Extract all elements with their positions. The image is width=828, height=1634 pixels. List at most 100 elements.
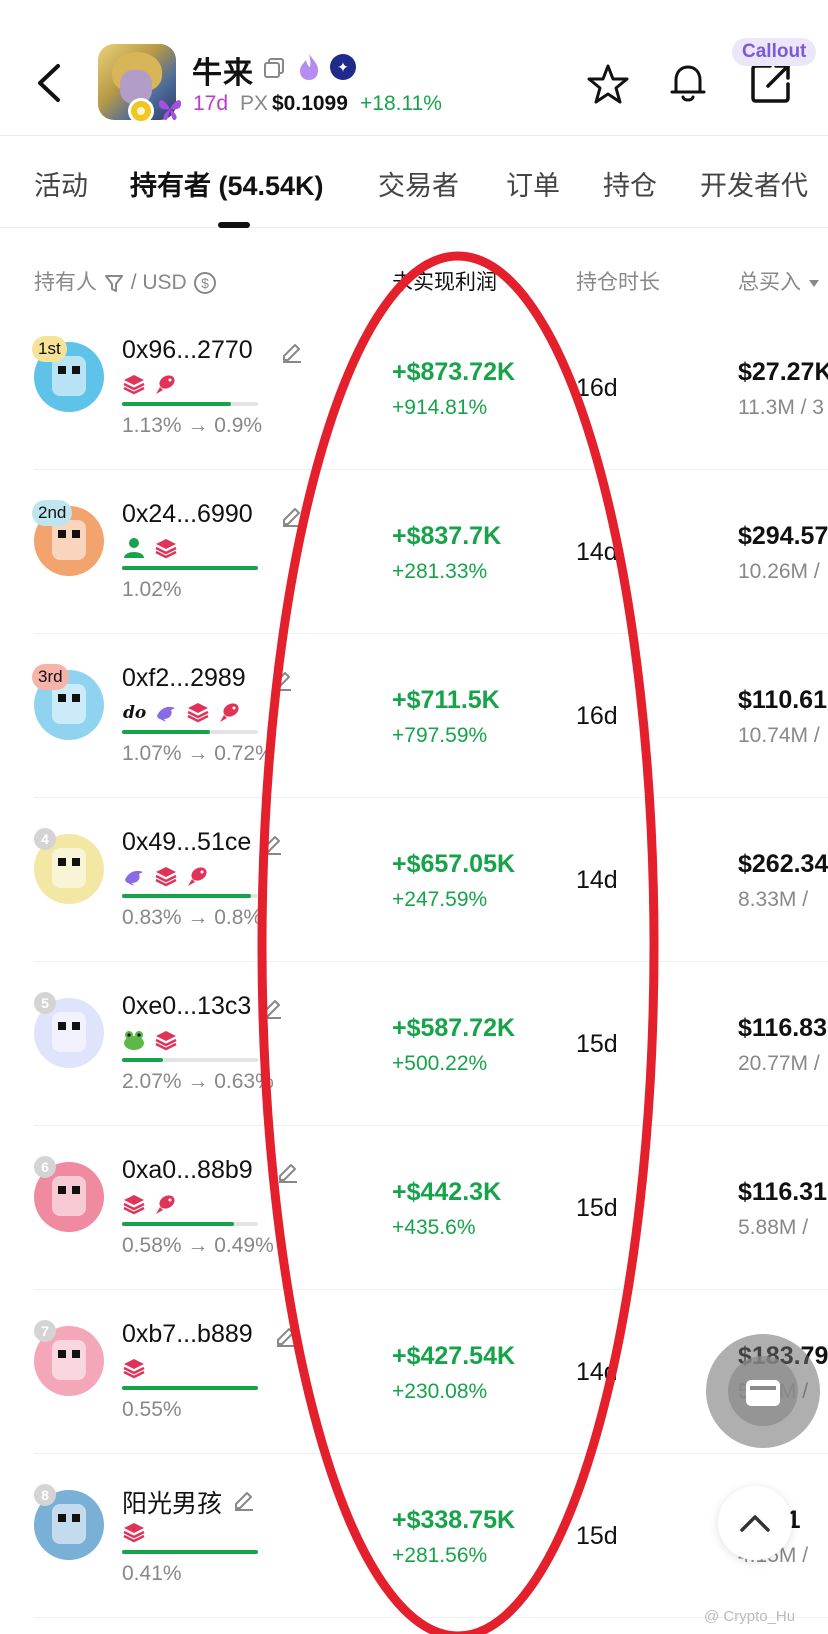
token-header: 牛来 ✦ 17d PX $0.1099 +18.11% Callout (0, 0, 828, 136)
unrealized-pnl-percent: +914.81% (392, 396, 488, 419)
rank-badge: 3rd (32, 664, 69, 690)
pnl-header-label: 未实现利润 (392, 271, 497, 294)
unrealized-pnl: +$338.75K (392, 1506, 516, 1534)
holder-address[interactable]: 0xb7...b889 (122, 1320, 253, 1349)
holding-share-bar (122, 1222, 258, 1226)
edit-icon[interactable] (260, 832, 284, 856)
hold-duration: 15d (576, 1030, 618, 1058)
total-buy: $294.57 (738, 522, 828, 550)
total-buy-amount: 5.88M / (738, 1216, 809, 1239)
fish-icon (154, 372, 178, 396)
edit-icon[interactable] (276, 1160, 300, 1184)
holder-row[interactable]: 2nd 0x24...6990 1.02% +$837.7K +281.33% … (0, 470, 828, 634)
wallet-float-button[interactable] (706, 1334, 820, 1448)
edit-icon[interactable] (280, 504, 304, 528)
tab-dev[interactable]: 开发者代 (700, 164, 808, 203)
holder-tags (122, 1028, 186, 1054)
tab-positions[interactable]: 持仓 (603, 164, 657, 203)
holder-column-header[interactable]: 持有人 / USD $ (34, 266, 217, 296)
holder-tags (122, 1520, 154, 1546)
edit-icon[interactable] (232, 1488, 256, 1512)
butterfly-icon (158, 100, 182, 121)
total-buy-amount: 10.26M / (738, 560, 820, 583)
layers-icon (154, 864, 178, 888)
layers-icon (122, 1356, 146, 1380)
hold-duration: 14d (576, 538, 618, 566)
layers-icon (186, 700, 210, 724)
holder-address[interactable]: 0xa0...88b9 (122, 1156, 253, 1185)
holder-address[interactable]: 0x96...2770 (122, 336, 253, 365)
token-name: 牛来 (192, 57, 254, 90)
bell-icon[interactable] (666, 60, 710, 106)
hold-duration: 15d (576, 1194, 618, 1222)
holder-address[interactable]: 0x49...51ce (122, 828, 251, 857)
tab-orders[interactable]: 订单 (506, 164, 560, 203)
px-label: PX (240, 92, 269, 115)
share-icon[interactable] (748, 60, 794, 106)
hold-duration: 15d (576, 1522, 618, 1550)
holder-row[interactable]: 3rd 0xf2...2989 do 1.07% → 0.72% +$711.5… (0, 634, 828, 798)
edit-icon[interactable] (280, 340, 304, 364)
verified-icon: ✦ (330, 54, 356, 80)
dollar-toggle-icon[interactable]: $ (193, 271, 217, 295)
holder-address[interactable]: 0xe0...13c3 (122, 992, 251, 1021)
holder-address[interactable]: 0xf2...2989 (122, 664, 246, 693)
sort-down-icon (504, 280, 515, 288)
back-button[interactable] (30, 58, 70, 108)
holder-row[interactable]: 4 0x49...51ce 0.83% → 0.8% +$657.05K +24… (0, 798, 828, 962)
total-buy-amount: 11.3M / 3 (738, 396, 824, 419)
unrealized-pnl: +$442.3K (392, 1178, 502, 1206)
total-buy: $262.34 (738, 850, 828, 878)
hold-time-column-header[interactable]: 持仓时长 (576, 266, 660, 296)
callout-badge[interactable]: Callout (732, 38, 817, 66)
favorite-star-icon[interactable] (586, 62, 630, 106)
total-buy-amount: 20.77M / (738, 1052, 820, 1075)
filter-icon[interactable] (103, 272, 125, 294)
tab-holders[interactable]: 持有者 (54.54K) (130, 164, 324, 203)
holding-share-bar (122, 1550, 258, 1554)
chevron-up-icon (740, 1515, 770, 1532)
holder-tags: do (122, 700, 250, 726)
edit-icon[interactable] (260, 996, 284, 1020)
holder-row[interactable]: 7 0xb7...b889 0.55% +$427.54K +230.08% 1… (0, 1290, 828, 1454)
unrealized-pnl-percent: +247.59% (392, 888, 488, 911)
holding-share: 1.13% → 0.9% (122, 414, 263, 437)
edit-icon[interactable] (274, 1324, 298, 1348)
rank-number: 8 (34, 1484, 56, 1506)
holder-row[interactable]: 1st 0x96...2770 1.13% → 0.9% +$873.72K +… (0, 306, 828, 470)
fish-icon (218, 700, 242, 724)
edit-icon[interactable] (270, 668, 294, 692)
unrealized-pnl: +$587.72K (392, 1014, 516, 1042)
unrealized-pnl-percent: +281.33% (392, 560, 488, 583)
price-change: +18.11% (360, 92, 442, 115)
holding-share: 2.07% → 0.63% (122, 1070, 274, 1093)
unrealized-pnl-percent: +500.22% (392, 1052, 488, 1075)
holder-address[interactable]: 阳光男孩 (122, 1484, 222, 1520)
holder-address[interactable]: 0x24...6990 (122, 500, 253, 529)
total-buy-column-header[interactable]: 总买入 (738, 266, 821, 296)
hold-duration: 16d (576, 374, 618, 402)
layers-icon (154, 536, 178, 560)
unrealized-pnl: +$657.05K (392, 850, 516, 878)
total-buy-amount: 8.33M / (738, 888, 809, 911)
layers-icon (122, 372, 146, 396)
copy-icon[interactable] (262, 56, 286, 80)
holder-row[interactable]: 6 0xa0...88b9 0.58% → 0.49% +$442.3K +43… (0, 1126, 828, 1290)
rank-number: 5 (34, 992, 56, 1014)
holder-row[interactable]: 8 阳光男孩 0.41% +$338.75K +281.56% 15d $2.0… (0, 1454, 828, 1618)
holding-share-bar (122, 402, 258, 406)
tab-activity[interactable]: 活动 (34, 164, 88, 203)
tab-traders[interactable]: 交易者 (378, 164, 459, 203)
total-buy-amount: 10.74M / (738, 724, 820, 747)
scroll-to-top-button[interactable] (718, 1486, 792, 1560)
holder-row[interactable]: 5 0xe0...13c3 2.07% → 0.63% +$587.72K +5… (0, 962, 828, 1126)
usd-label: / USD (130, 271, 187, 294)
hold-duration: 14d (576, 1358, 618, 1386)
fish-icon (154, 1192, 178, 1216)
hold-duration: 16d (576, 702, 618, 730)
holding-share: 0.83% → 0.8% (122, 906, 263, 929)
holding-share: 1.02% (122, 578, 182, 601)
holder-tags (122, 1356, 154, 1382)
sort-icon (808, 280, 819, 288)
pnl-column-header[interactable]: 未实现利润 (392, 266, 517, 296)
